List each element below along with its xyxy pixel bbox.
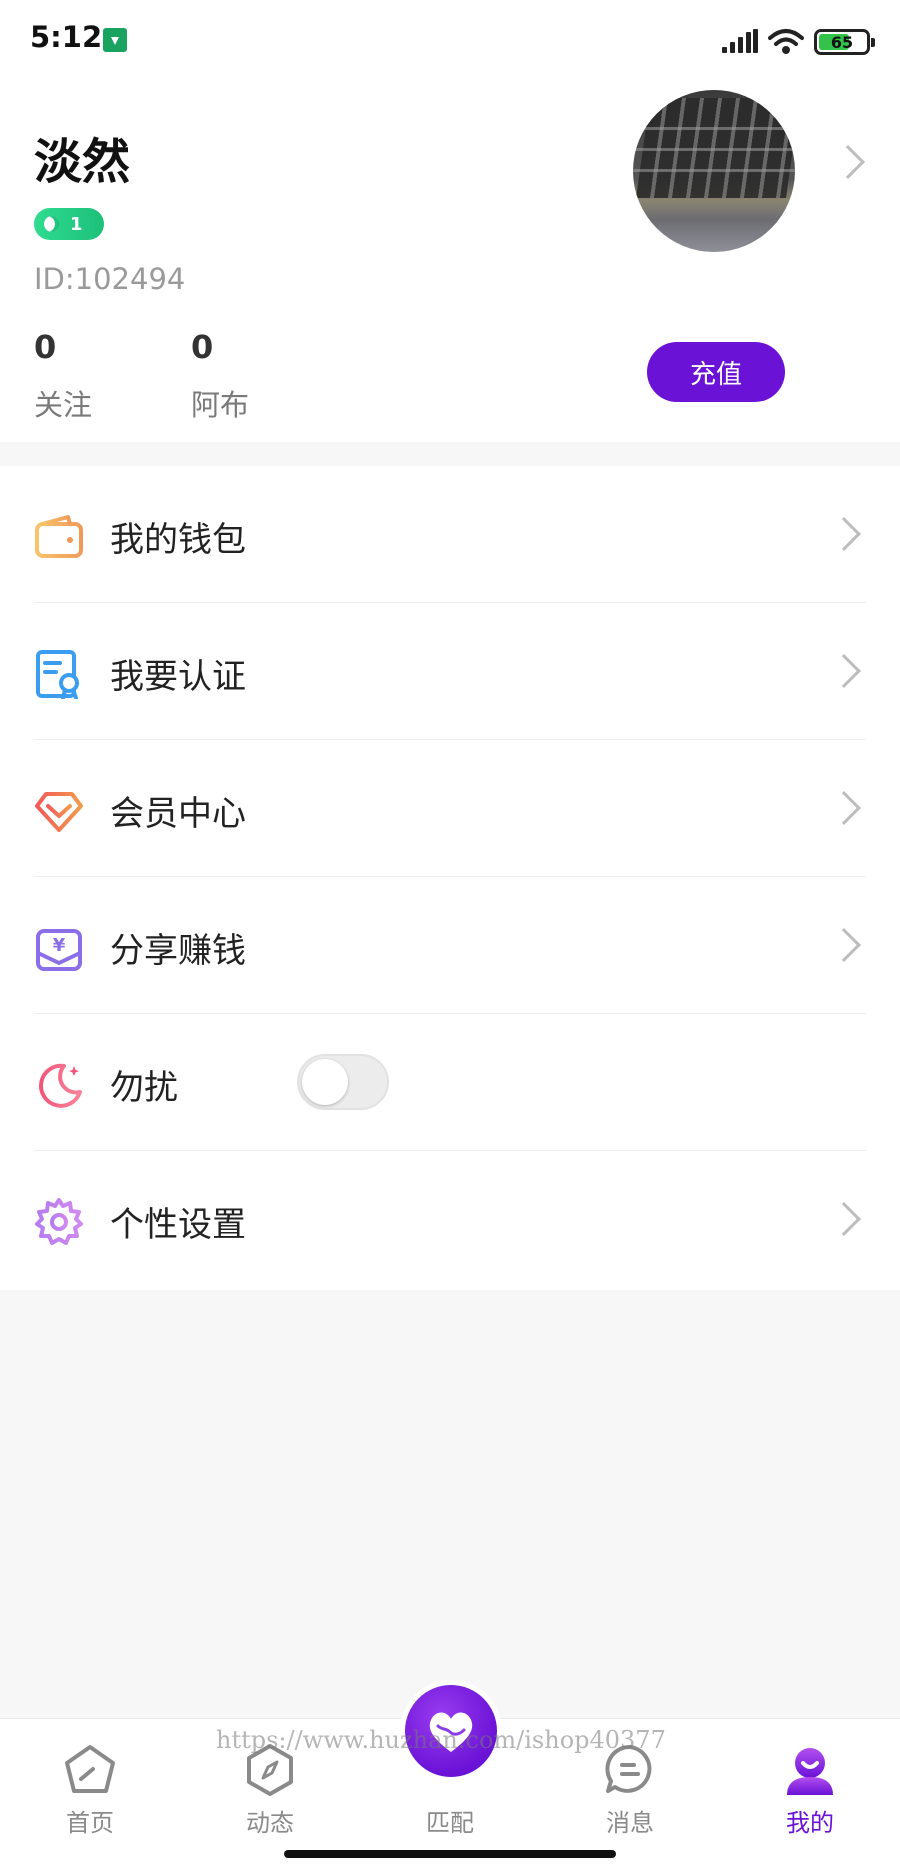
wifi-icon [768, 29, 804, 54]
tab-mine[interactable]: 我的 [750, 1743, 870, 1853]
menu-item-label: 个性设置 [110, 1205, 246, 1245]
username: 淡然 [34, 134, 131, 190]
battery-icon: 65 [814, 29, 875, 55]
svg-text:¥: ¥ [53, 935, 66, 956]
menu-item-label: 我的钱包 [110, 520, 246, 560]
tab-messages[interactable]: 消息 [570, 1743, 690, 1853]
certificate-icon [36, 650, 79, 699]
tab-mine-label: 我的 [786, 1809, 834, 1837]
stat-following-label: 关注 [34, 388, 93, 422]
menu-item-label: 勿扰 [110, 1068, 178, 1108]
stat-following[interactable]: 0 关注 [34, 328, 92, 424]
status-bar: 5:12 65 [0, 0, 900, 80]
chevron-right-icon [827, 654, 861, 688]
battery-level: 65 [830, 32, 854, 52]
menu-list: 我的钱包 我要认证 会员中心 ¥ 分享赚钱 勿扰 个性设置 [0, 466, 900, 1290]
stat-following-value: 0 [34, 328, 57, 366]
menu-item-do-not-disturb: 勿扰 [0, 1014, 900, 1151]
profile-icon [787, 1748, 833, 1795]
status-icons: 65 [722, 24, 875, 60]
chevron-right-icon [827, 928, 861, 962]
tab-messages-label: 消息 [606, 1809, 654, 1837]
do-not-disturb-toggle[interactable] [297, 1054, 389, 1110]
stat-abu-label: 阿布 [191, 388, 250, 422]
menu-item-personal-settings[interactable]: 个性设置 [0, 1151, 900, 1288]
menu-item-certification[interactable]: 我要认证 [0, 603, 900, 740]
diamond-icon [35, 792, 83, 832]
home-icon [65, 1745, 115, 1793]
user-id: ID:102494 [34, 262, 186, 296]
menu-item-label: 分享赚钱 [110, 931, 246, 971]
tab-home-label: 首页 [66, 1809, 114, 1837]
avatar[interactable] [633, 90, 795, 252]
tab-moments-label: 动态 [246, 1809, 294, 1837]
level-badge: 1 [34, 208, 104, 240]
menu-item-label: 会员中心 [110, 794, 246, 834]
tab-moments[interactable]: 动态 [210, 1743, 330, 1853]
toggle-knob [302, 1059, 348, 1105]
level-value: 1 [70, 213, 83, 235]
recharge-button[interactable]: 充值 [647, 342, 785, 402]
tab-match-label: 匹配 [426, 1809, 474, 1837]
chevron-right-icon [827, 517, 861, 551]
menu-item-label: 我要认证 [110, 657, 246, 697]
signal-icon [722, 29, 758, 53]
menu-item-share-earn[interactable]: ¥ 分享赚钱 [0, 877, 900, 1014]
menu-item-wallet[interactable]: 我的钱包 [0, 466, 900, 603]
chevron-right-icon [827, 1202, 861, 1236]
watermark: https://www.huzhan.com/ishop40377 [216, 1726, 666, 1754]
download-notification-icon [103, 28, 127, 52]
menu-item-vip-center[interactable]: 会员中心 [0, 740, 900, 877]
yen-pouch-icon: ¥ [36, 929, 82, 971]
home-indicator[interactable] [284, 1850, 616, 1858]
profile-header[interactable]: 淡然 1 ID:102494 0 关注 0 阿布 充值 [0, 80, 900, 442]
stat-abu[interactable]: 0 阿布 [191, 328, 249, 424]
stat-abu-value: 0 [191, 328, 214, 366]
wallet-icon [35, 515, 83, 558]
chevron-right-icon [827, 791, 861, 825]
status-time: 5:12 [30, 20, 103, 54]
chevron-right-icon[interactable] [831, 145, 865, 179]
tab-home[interactable]: 首页 [30, 1743, 150, 1853]
level-moon-icon [44, 216, 60, 232]
moon-icon [39, 1063, 82, 1108]
gear-icon [35, 1198, 83, 1245]
